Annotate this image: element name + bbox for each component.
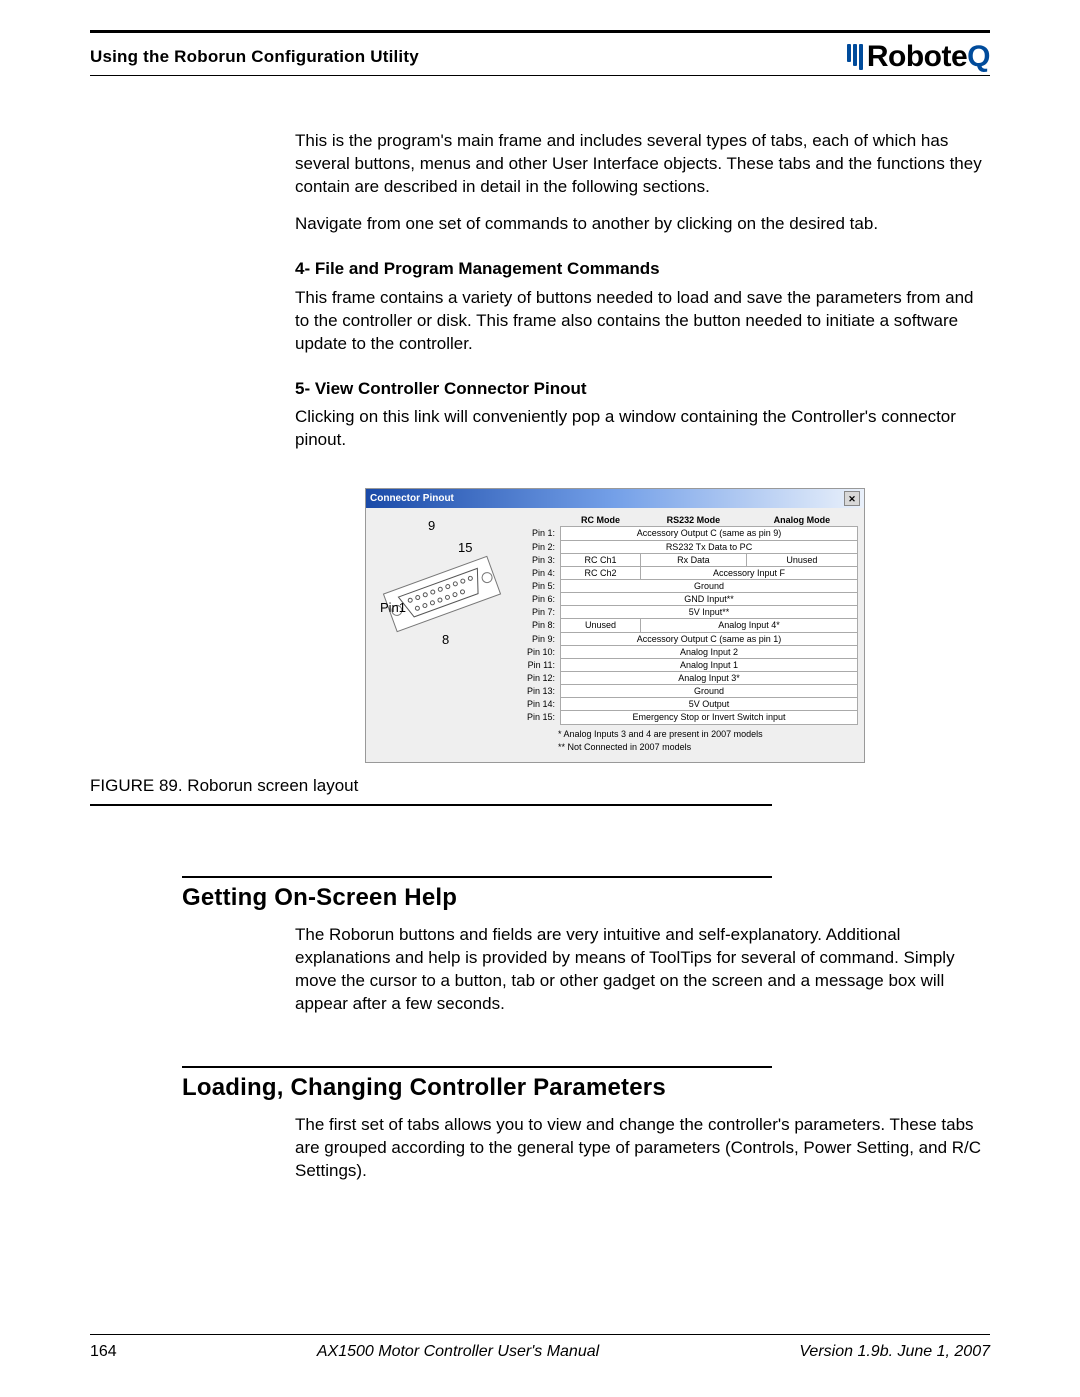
pin-cell: Accessory Output C (same as pin 9) (561, 527, 858, 540)
logo-bars-icon (847, 44, 863, 70)
header-section: Using the Roborun Configuration Utility (90, 47, 419, 67)
page: Using the Roborun Configuration Utility … (0, 0, 1080, 1397)
table-row: Pin 11:Analog Input 1 (518, 658, 858, 671)
page-footer: 164 AX1500 Motor Controller User's Manua… (90, 1334, 990, 1361)
figure-caption: FIGURE 89. Roborun screen layout (90, 775, 990, 798)
pin-label: Pin 4: (518, 566, 561, 579)
pin-cell: Rx Data (641, 553, 747, 566)
pin-label: Pin 8: (518, 619, 561, 632)
pin-label: Pin 12: (518, 672, 561, 685)
heading-sec5: 5- View Controller Connector Pinout (295, 378, 990, 401)
pin-cell: 5V Output (561, 698, 858, 711)
table-row: Pin 13:Ground (518, 685, 858, 698)
table-row: Pin 1:Accessory Output C (same as pin 9) (518, 527, 858, 540)
pin-cell: Unused (746, 553, 857, 566)
logo-q: Q (967, 40, 990, 74)
pin-label: Pin 10: (518, 645, 561, 658)
section-rule (182, 876, 772, 878)
pin-cell: Analog Input 1 (561, 658, 858, 671)
pin-label: Pin 14: (518, 698, 561, 711)
pin-label: Pin 1: (518, 527, 561, 540)
window-title: Connector Pinout (370, 492, 454, 506)
pinout-table-wrap: RC ModeRS232 ModeAnalog ModePin 1:Access… (518, 514, 858, 756)
heading-sec4: 4- File and Program Management Commands (295, 258, 990, 281)
col-header: Analog Mode (746, 514, 857, 527)
logo-text: Robote (867, 40, 967, 74)
figure-rule (90, 804, 772, 806)
pin-cell: Accessory Input F (641, 566, 858, 579)
loading-para: The first set of tabs allows you to view… (295, 1114, 990, 1183)
col-header: RC Mode (561, 514, 641, 527)
pinout-table: RC ModeRS232 ModeAnalog ModePin 1:Access… (518, 514, 858, 724)
table-row: Pin 15:Emergency Stop or Invert Switch i… (518, 711, 858, 724)
figure-89: Connector Pinout ✕ 9 15 (365, 488, 865, 763)
pin-label: Pin 6: (518, 593, 561, 606)
pin-cell: Analog Input 2 (561, 645, 858, 658)
page-header: Using the Roborun Configuration Utility … (90, 39, 990, 75)
label-pin1: Pin1 (380, 600, 406, 615)
table-note-1: * Analog Inputs 3 and 4 are present in 2… (518, 725, 858, 743)
table-row: Pin 9:Accessory Output C (same as pin 1) (518, 632, 858, 645)
pin-cell: Analog Input 3* (561, 672, 858, 685)
close-icon[interactable]: ✕ (844, 491, 860, 506)
pin-cell: Accessory Output C (same as pin 1) (561, 632, 858, 645)
pin-cell: Analog Input 4* (641, 619, 858, 632)
pin-cell: RC Ch2 (561, 566, 641, 579)
pin-label: Pin 7: (518, 606, 561, 619)
window-body: 9 15 (366, 508, 864, 762)
label-15: 15 (458, 540, 472, 555)
sec5-para: Clicking on this link will conveniently … (295, 406, 990, 452)
intro-para-1: This is the program's main frame and inc… (295, 130, 990, 199)
body-column: This is the program's main frame and inc… (295, 130, 990, 1183)
pin-cell: RC Ch1 (561, 553, 641, 566)
pin-cell: Emergency Stop or Invert Switch input (561, 711, 858, 724)
table-row: Pin 4:RC Ch2Accessory Input F (518, 566, 858, 579)
table-row: Pin 10:Analog Input 2 (518, 645, 858, 658)
window-titlebar: Connector Pinout ✕ (366, 489, 864, 508)
connector-diagram: 9 15 (372, 514, 512, 756)
section-rule (182, 1066, 772, 1068)
col-header: RS232 Mode (641, 514, 747, 527)
table-row: Pin 8:UnusedAnalog Input 4* (518, 619, 858, 632)
intro-para-2: Navigate from one set of commands to ano… (295, 213, 990, 236)
pin-cell: Unused (561, 619, 641, 632)
table-row: Pin 6:GND Input** (518, 593, 858, 606)
footer-rule (90, 1334, 990, 1335)
heading-loading: Loading, Changing Controller Parameters (182, 1072, 990, 1104)
table-row: Pin 5:Ground (518, 580, 858, 593)
table-row: Pin 7:5V Input** (518, 606, 858, 619)
pin-label: Pin 3: (518, 553, 561, 566)
pin-cell: Ground (561, 685, 858, 698)
footer-row: 164 AX1500 Motor Controller User's Manua… (90, 1343, 990, 1361)
pin-label: Pin 15: (518, 711, 561, 724)
pin-cell: GND Input** (561, 593, 858, 606)
table-note-2: ** Not Connected in 2007 models (518, 742, 858, 756)
pin-cell: Ground (561, 580, 858, 593)
section-help: Getting On-Screen Help The Roborun butto… (295, 876, 990, 1016)
rule-under-header (90, 75, 990, 76)
pinout-window: Connector Pinout ✕ 9 15 (365, 488, 865, 763)
label-9: 9 (428, 518, 435, 533)
table-row: Pin 14:5V Output (518, 698, 858, 711)
heading-help: Getting On-Screen Help (182, 882, 990, 914)
pin-cell: RS232 Tx Data to PC (561, 540, 858, 553)
rule-top (90, 30, 990, 33)
pin-label: Pin 2: (518, 540, 561, 553)
table-row: Pin 3:RC Ch1Rx DataUnused (518, 553, 858, 566)
sec4-para: This frame contains a variety of buttons… (295, 287, 990, 356)
footer-title: AX1500 Motor Controller User's Manual (317, 1343, 599, 1361)
table-row: Pin 12:Analog Input 3* (518, 672, 858, 685)
pin-label: Pin 13: (518, 685, 561, 698)
pin-label: Pin 11: (518, 658, 561, 671)
table-row: Pin 2:RS232 Tx Data to PC (518, 540, 858, 553)
logo: RoboteQ (847, 40, 990, 74)
page-number: 164 (90, 1343, 117, 1361)
help-para: The Roborun buttons and fields are very … (295, 924, 990, 1016)
pin-cell: 5V Input** (561, 606, 858, 619)
pin-label: Pin 5: (518, 580, 561, 593)
label-8: 8 (442, 632, 449, 647)
pin-label: Pin 9: (518, 632, 561, 645)
footer-version: Version 1.9b. June 1, 2007 (799, 1343, 990, 1361)
section-loading: Loading, Changing Controller Parameters … (295, 1066, 990, 1183)
